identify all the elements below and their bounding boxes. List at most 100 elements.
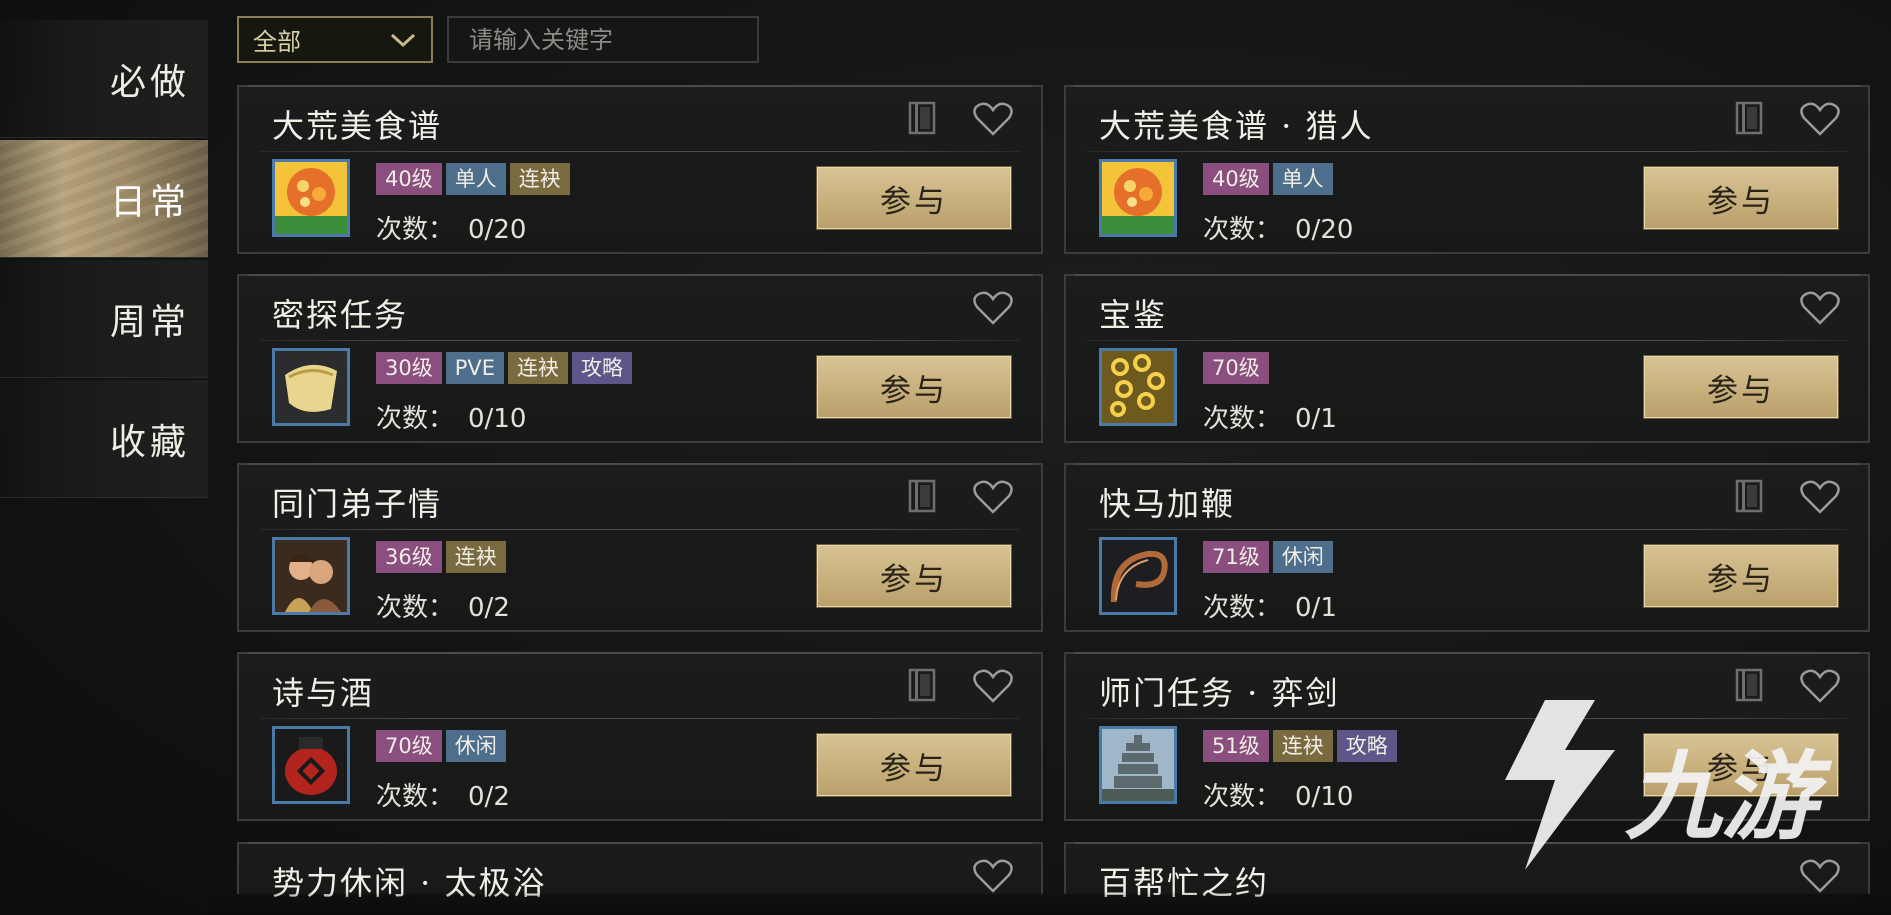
join-button[interactable]: 参与 — [817, 167, 1011, 229]
search-input[interactable] — [467, 24, 774, 55]
activity-title: 同门弟子情 — [272, 485, 443, 523]
card-divider — [1086, 529, 1848, 530]
card-divider — [1086, 151, 1848, 152]
sidebar-item-label: 日常 — [109, 181, 190, 223]
food-dish-icon — [1099, 159, 1177, 237]
sidebar-item-favorites[interactable]: 收藏 — [0, 380, 208, 498]
category-sidebar: 必做 日常 周常 收藏 — [0, 20, 208, 500]
count-label: 次数： — [1203, 593, 1282, 623]
filter-dropdown[interactable]: 全部 — [237, 16, 433, 63]
join-button[interactable]: 参与 — [817, 356, 1011, 418]
favorite-heart-icon[interactable] — [973, 858, 1013, 894]
attempt-count: 次数： 0/10 — [376, 398, 526, 435]
tag-badge: PVE — [445, 352, 505, 384]
tag-badge: 单人 — [445, 163, 506, 195]
activity-title: 密探任务 — [272, 296, 409, 334]
watermark-logo: 九游 — [1505, 700, 1833, 870]
sidebar-item-label: 收藏 — [109, 421, 190, 463]
count-label: 次数： — [376, 593, 455, 623]
tag-list: 40级 单人 — [1203, 163, 1333, 195]
activity-title: 快马加鞭 — [1099, 485, 1236, 523]
count-label: 次数： — [1203, 215, 1282, 245]
count-value: 0/1 — [1295, 593, 1337, 623]
attempt-count: 次数： 0/2 — [376, 776, 510, 813]
activity-card: 快马加鞭 71级 休闲次数： 0/1 参与 — [1064, 463, 1870, 632]
card-divider — [1086, 340, 1848, 341]
search-box — [447, 16, 774, 63]
wine-jar-icon — [272, 726, 350, 804]
activity-card: 势力休闲 · 太极浴 — [237, 842, 1043, 902]
favorite-heart-icon[interactable] — [1800, 101, 1840, 137]
join-button[interactable]: 参与 — [1644, 167, 1838, 229]
tag-list: 51级 连袂 攻略 — [1203, 730, 1397, 762]
activity-title: 大荒美食谱 · 猎人 — [1099, 107, 1374, 145]
card-divider — [259, 151, 1021, 152]
count-label: 次数： — [376, 404, 455, 434]
activity-card: 大荒美食谱 · 猎人 40级 单人次数： 0/20 参与 — [1064, 85, 1870, 254]
join-button[interactable]: 参与 — [1644, 356, 1838, 418]
card-divider — [259, 340, 1021, 341]
sidebar-item-label: 周常 — [109, 301, 190, 343]
activity-card: 宝鉴 70级次数： 0/1 参与 — [1064, 274, 1870, 443]
tag-badge: 70级 — [1203, 352, 1269, 384]
tag-badge: 休闲 — [445, 730, 506, 762]
card-divider — [259, 718, 1021, 719]
guide-book-icon[interactable] — [1734, 479, 1766, 513]
tag-badge: 攻略 — [1336, 730, 1397, 762]
count-label: 次数： — [376, 215, 455, 245]
tag-badge: 连袂 — [445, 541, 506, 573]
favorite-heart-icon[interactable] — [1800, 479, 1840, 515]
tag-badge: 连袂 — [508, 352, 569, 384]
guide-book-icon[interactable] — [1734, 101, 1766, 135]
sidebar-item-must-do[interactable]: 必做 — [0, 20, 208, 138]
count-label: 次数： — [1203, 404, 1282, 434]
tag-badge: 40级 — [376, 163, 442, 195]
tag-badge: 攻略 — [572, 352, 633, 384]
tag-badge: 30级 — [376, 352, 442, 384]
attempt-count: 次数： 0/1 — [1203, 398, 1337, 435]
tag-badge: 70级 — [376, 730, 442, 762]
attempt-count: 次数： 0/2 — [376, 587, 510, 624]
activity-card: 同门弟子情 36级 连袂次数： 0/2 参与 — [237, 463, 1043, 632]
favorite-heart-icon[interactable] — [1800, 290, 1840, 326]
join-button[interactable]: 参与 — [1644, 545, 1838, 607]
tag-badge: 40级 — [1203, 163, 1269, 195]
tag-badge: 单人 — [1272, 163, 1333, 195]
activity-title: 宝鉴 — [1099, 296, 1168, 334]
card-divider — [259, 529, 1021, 530]
count-label: 次数： — [376, 782, 455, 812]
favorite-heart-icon[interactable] — [973, 668, 1013, 704]
count-value: 0/10 — [1295, 782, 1354, 812]
couple-portrait-icon — [272, 537, 350, 615]
tag-badge: 36级 — [376, 541, 442, 573]
favorite-heart-icon[interactable] — [973, 290, 1013, 326]
tag-badge: 休闲 — [1272, 541, 1333, 573]
guide-book-icon[interactable] — [907, 101, 939, 135]
count-value: 0/20 — [468, 215, 527, 245]
whip-icon — [1099, 537, 1177, 615]
activity-title: 师门任务 · 弈剑 — [1099, 674, 1340, 712]
tag-list: 36级 连袂 — [376, 541, 506, 573]
count-label: 次数： — [1203, 782, 1282, 812]
coins-icon — [1099, 348, 1177, 426]
tag-list: 70级 休闲 — [376, 730, 506, 762]
favorite-heart-icon[interactable] — [973, 101, 1013, 137]
tag-list: 71级 休闲 — [1203, 541, 1333, 573]
guide-book-icon[interactable] — [907, 479, 939, 513]
join-button[interactable]: 参与 — [817, 545, 1011, 607]
tag-list: 40级 单人 连袂 — [376, 163, 570, 195]
sidebar-item-daily[interactable]: 日常 — [0, 140, 208, 258]
bottom-fade — [208, 891, 1891, 915]
sidebar-item-label: 必做 — [109, 61, 190, 103]
watermark-text: 九游 — [1625, 741, 1833, 853]
tag-badge: 71级 — [1203, 541, 1269, 573]
activity-card: 诗与酒 70级 休闲 次数： 0/2 参与 — [237, 652, 1043, 821]
attempt-count: 次数： 0/20 — [376, 209, 526, 246]
attempt-count: 次数： 0/20 — [1203, 209, 1353, 246]
favorite-heart-icon[interactable] — [973, 479, 1013, 515]
sidebar-item-weekly[interactable]: 周常 — [0, 260, 208, 378]
activity-card: 密探任务 30级 PVE 连袂 攻略次数： 0/10 参与 — [237, 274, 1043, 443]
join-button[interactable]: 参与 — [817, 734, 1011, 796]
guide-book-icon[interactable] — [907, 668, 939, 702]
food-dish-icon — [272, 159, 350, 237]
